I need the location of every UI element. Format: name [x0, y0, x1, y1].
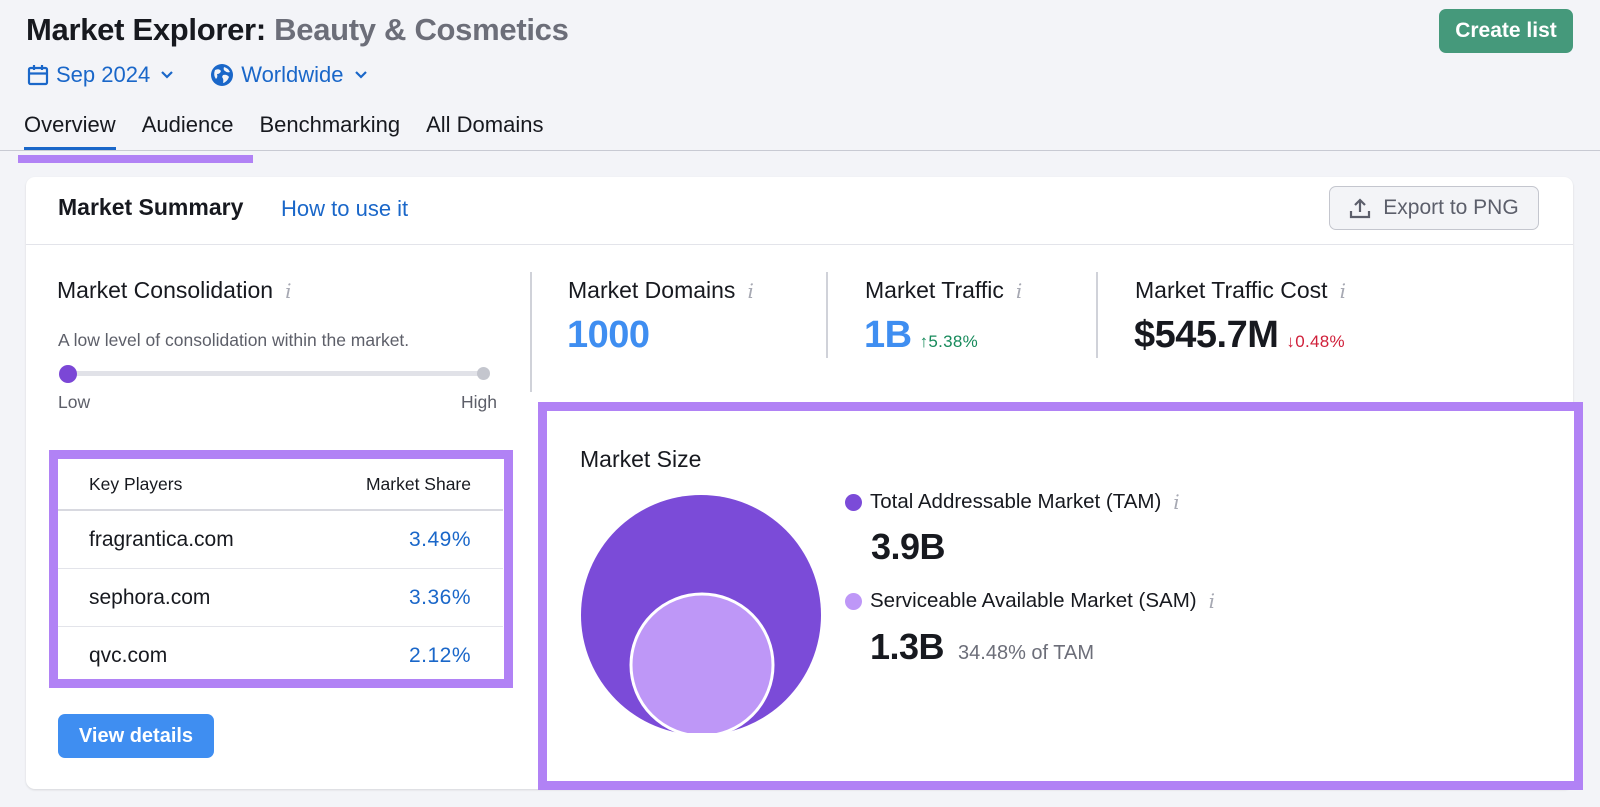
sam-percent-of-tam: 34.48% of TAM: [958, 642, 1095, 664]
globe-icon: [211, 64, 234, 86]
market-traffic-number: 1B: [864, 314, 912, 356]
export-png-button[interactable]: Export to PNG: [1329, 186, 1539, 230]
market-traffic-cost-value: $545.7M ↓0.48%: [1134, 314, 1345, 357]
traffic-delta: ↑5.38%: [920, 332, 979, 352]
market-size-chart: [581, 495, 821, 733]
consolidation-low-label: Low: [58, 392, 91, 412]
player-share: 2.12%: [408, 644, 471, 667]
column-divider: [530, 272, 532, 392]
market-traffic-title: Market Traffic: [865, 277, 1004, 303]
market-domains-title: Market Domains: [568, 277, 736, 303]
info-icon[interactable]: i: [747, 279, 753, 303]
market-domains-value: 1000: [567, 314, 650, 357]
consolidation-track: [67, 371, 485, 376]
market-domains-label: Market Domains i: [568, 277, 754, 304]
cost-delta-value: 0.48%: [1295, 332, 1345, 351]
card-header: Market Summary How to use it Export to P…: [26, 177, 1573, 245]
page-title: Market Explorer: Beauty & Cosmetics: [26, 12, 569, 48]
tab-overview[interactable]: Overview: [24, 112, 116, 151]
info-icon[interactable]: i: [1340, 279, 1346, 303]
tam-value: 3.9B: [871, 526, 946, 568]
market-traffic-cost-title: Market Traffic Cost: [1135, 277, 1328, 303]
tabs-divider: [0, 150, 1600, 151]
player-domain[interactable]: qvc.com: [89, 644, 167, 668]
tam-legend: Total Addressable Market (TAM) i: [845, 490, 1180, 514]
tab-audience[interactable]: Audience: [142, 112, 234, 149]
info-icon[interactable]: i: [1173, 490, 1179, 514]
tab-bar: Overview Audience Benchmarking All Domai…: [24, 112, 569, 151]
column-divider: [1096, 272, 1098, 358]
tam-number: 3.9B: [871, 526, 946, 567]
region-filter-label: Worldwide: [241, 62, 344, 87]
date-filter-label: Sep 2024: [56, 62, 151, 87]
page-title-market: Beauty & Cosmetics: [274, 12, 569, 47]
market-traffic-value: 1B ↑5.38%: [864, 314, 978, 357]
market-size-title: Market Size: [580, 446, 702, 472]
market-domains-number: 1000: [567, 314, 650, 356]
consolidation-indicator: [59, 365, 77, 383]
chevron-down-icon: [354, 71, 367, 79]
tab-benchmarking[interactable]: Benchmarking: [259, 112, 400, 149]
consolidation-description: A low level of consolidation within the …: [58, 330, 410, 350]
tam-legend-dot: [845, 493, 862, 511]
tam-label: Total Addressable Market (TAM): [870, 490, 1162, 513]
sam-circle: [629, 592, 775, 733]
consolidation-label: Market Consolidation i: [57, 277, 291, 304]
player-domain[interactable]: fragrantica.com: [89, 528, 234, 552]
key-players-table: Key Players Market Share fragrantica.com…: [58, 459, 503, 685]
column-divider: [826, 272, 828, 358]
column-header-share: Market Share: [365, 473, 471, 494]
arrow-down-icon: ↓: [1286, 332, 1296, 351]
sam-label: Serviceable Available Market (SAM): [870, 589, 1197, 612]
export-label: Export to PNG: [1383, 196, 1519, 219]
filters-bar: Sep 2024 Worldwide: [27, 62, 400, 88]
consolidation-title: Market Consolidation: [57, 277, 274, 303]
cost-delta: ↓0.48%: [1286, 332, 1345, 352]
region-filter[interactable]: Worldwide: [210, 62, 367, 88]
market-traffic-cost-number: $545.7M: [1134, 314, 1279, 356]
consolidation-track-end: [477, 367, 490, 380]
market-traffic-label: Market Traffic i: [865, 277, 1022, 304]
market-traffic-cost-label: Market Traffic Cost i: [1135, 277, 1346, 304]
player-domain[interactable]: sephora.com: [89, 586, 210, 610]
date-filter[interactable]: Sep 2024: [27, 62, 174, 88]
sam-value: 1.3B 34.48% of TAM: [870, 626, 1094, 668]
sam-legend-dot: [845, 592, 862, 610]
info-icon[interactable]: i: [285, 279, 291, 303]
table-row: qvc.com 2.12%: [58, 627, 503, 685]
create-list-button[interactable]: Create list: [1439, 9, 1573, 53]
highlight-underline: [18, 155, 253, 163]
info-icon[interactable]: i: [1209, 589, 1215, 613]
view-details-button[interactable]: View details: [58, 714, 214, 758]
sam-legend: Serviceable Available Market (SAM) i: [845, 589, 1215, 613]
table-row: fragrantica.com 3.49%: [58, 511, 503, 569]
table-row: sephora.com 3.36%: [58, 569, 503, 627]
upload-icon: [1350, 198, 1371, 219]
tab-all-domains[interactable]: All Domains: [426, 112, 543, 149]
table-header: Key Players Market Share: [58, 459, 503, 511]
consolidation-high-label: High: [461, 392, 497, 412]
info-icon[interactable]: i: [1016, 279, 1022, 303]
player-share: 3.36%: [408, 585, 471, 609]
page-title-main: Market Explorer:: [26, 12, 266, 47]
card-title: Market Summary: [58, 194, 244, 220]
player-share: 3.49%: [408, 527, 471, 551]
column-header-player: Key Players: [89, 473, 183, 494]
how-to-use-link[interactable]: How to use it: [281, 196, 408, 222]
sam-number: 1.3B: [870, 626, 945, 667]
chevron-down-icon: [161, 71, 173, 79]
traffic-delta-value: 5.38%: [928, 332, 979, 351]
calendar-icon: [27, 65, 49, 86]
